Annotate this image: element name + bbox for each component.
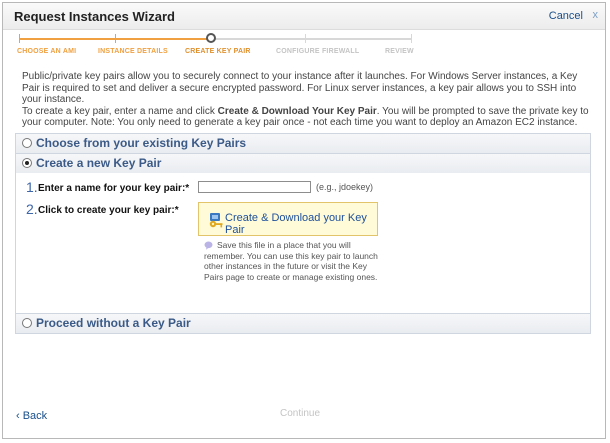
key-name-input[interactable] bbox=[198, 181, 311, 193]
intro-instructions: To create a key pair, enter a name and c… bbox=[22, 106, 592, 129]
step-configure-firewall: CONFIGURE FIREWALL bbox=[276, 48, 360, 55]
wizard-progress: CHOOSE AN AMI INSTANCE DETAILS CREATE KE… bbox=[3, 33, 607, 61]
dialog-titlebar: Request Instances Wizard Cancel x bbox=[3, 3, 605, 30]
progress-tick bbox=[19, 34, 20, 43]
option-none-label[interactable]: Proceed without a Key Pair bbox=[36, 316, 191, 330]
wizard-dialog: Request Instances Wizard Cancel x CHOOSE… bbox=[2, 2, 606, 439]
option-existing-key-pairs[interactable]: Choose from your existing Key Pairs bbox=[15, 133, 591, 154]
current-step-marker bbox=[206, 33, 216, 43]
radio-icon[interactable] bbox=[22, 158, 32, 168]
intro-instructions-start: To create a key pair, enter a name and c… bbox=[22, 105, 218, 117]
step-choose-ami: CHOOSE AN AMI bbox=[17, 48, 77, 55]
close-icon[interactable]: x bbox=[593, 9, 599, 21]
create-key-pair-form: 1. Enter a name for your key pair:* (e.g… bbox=[16, 174, 590, 314]
progress-tick bbox=[411, 34, 412, 43]
cancel-link[interactable]: Cancel bbox=[549, 10, 583, 22]
option-create-label[interactable]: Create a new Key Pair bbox=[36, 156, 161, 170]
progress-tick bbox=[305, 34, 306, 43]
option-none-header[interactable]: Proceed without a Key Pair bbox=[16, 314, 590, 333]
save-file-note: Save this file in a place that you will … bbox=[204, 240, 382, 282]
back-link[interactable]: ‹ Back bbox=[16, 410, 47, 422]
intro-paragraph: Public/private key pairs allow you to se… bbox=[22, 71, 578, 105]
step-number-2: 2. bbox=[26, 201, 38, 217]
create-key-label: Click to create your key pair:* bbox=[38, 205, 179, 216]
progress-tick bbox=[115, 34, 116, 43]
option-create-header[interactable]: Create a new Key Pair bbox=[16, 154, 590, 173]
progress-track-complete bbox=[19, 38, 213, 40]
step-instance-details: INSTANCE DETAILS bbox=[98, 48, 168, 55]
create-download-button-label[interactable]: Create & Download your Key Pair bbox=[225, 212, 377, 236]
key-name-hint: (e.g., jdoekey) bbox=[316, 182, 374, 192]
create-download-key-pair-button[interactable]: Create & Download your Key Pair bbox=[198, 202, 378, 236]
continue-button[interactable]: Continue bbox=[280, 408, 320, 419]
option-existing-header[interactable]: Choose from your existing Key Pairs bbox=[16, 134, 590, 153]
option-create-key-pair: Create a new Key Pair 1. Enter a name fo… bbox=[15, 153, 591, 314]
key-icon bbox=[209, 213, 223, 228]
step-number-1: 1. bbox=[26, 179, 38, 195]
option-existing-label[interactable]: Choose from your existing Key Pairs bbox=[36, 136, 246, 150]
option-no-key-pair[interactable]: Proceed without a Key Pair bbox=[15, 313, 591, 334]
intro-text: Public/private key pairs allow you to se… bbox=[22, 71, 592, 129]
info-bubble-icon bbox=[204, 241, 213, 250]
step-review: REVIEW bbox=[385, 48, 414, 55]
step-create-key-pair: CREATE KEY PAIR bbox=[185, 48, 251, 55]
radio-icon[interactable] bbox=[22, 138, 32, 148]
radio-icon[interactable] bbox=[22, 318, 32, 328]
intro-instructions-bold: Create & Download Your Key Pair bbox=[217, 105, 377, 117]
dialog-title: Request Instances Wizard bbox=[14, 9, 175, 24]
key-name-label: Enter a name for your key pair:* bbox=[38, 183, 190, 194]
save-file-note-text: Save this file in a place that you will … bbox=[204, 240, 378, 282]
